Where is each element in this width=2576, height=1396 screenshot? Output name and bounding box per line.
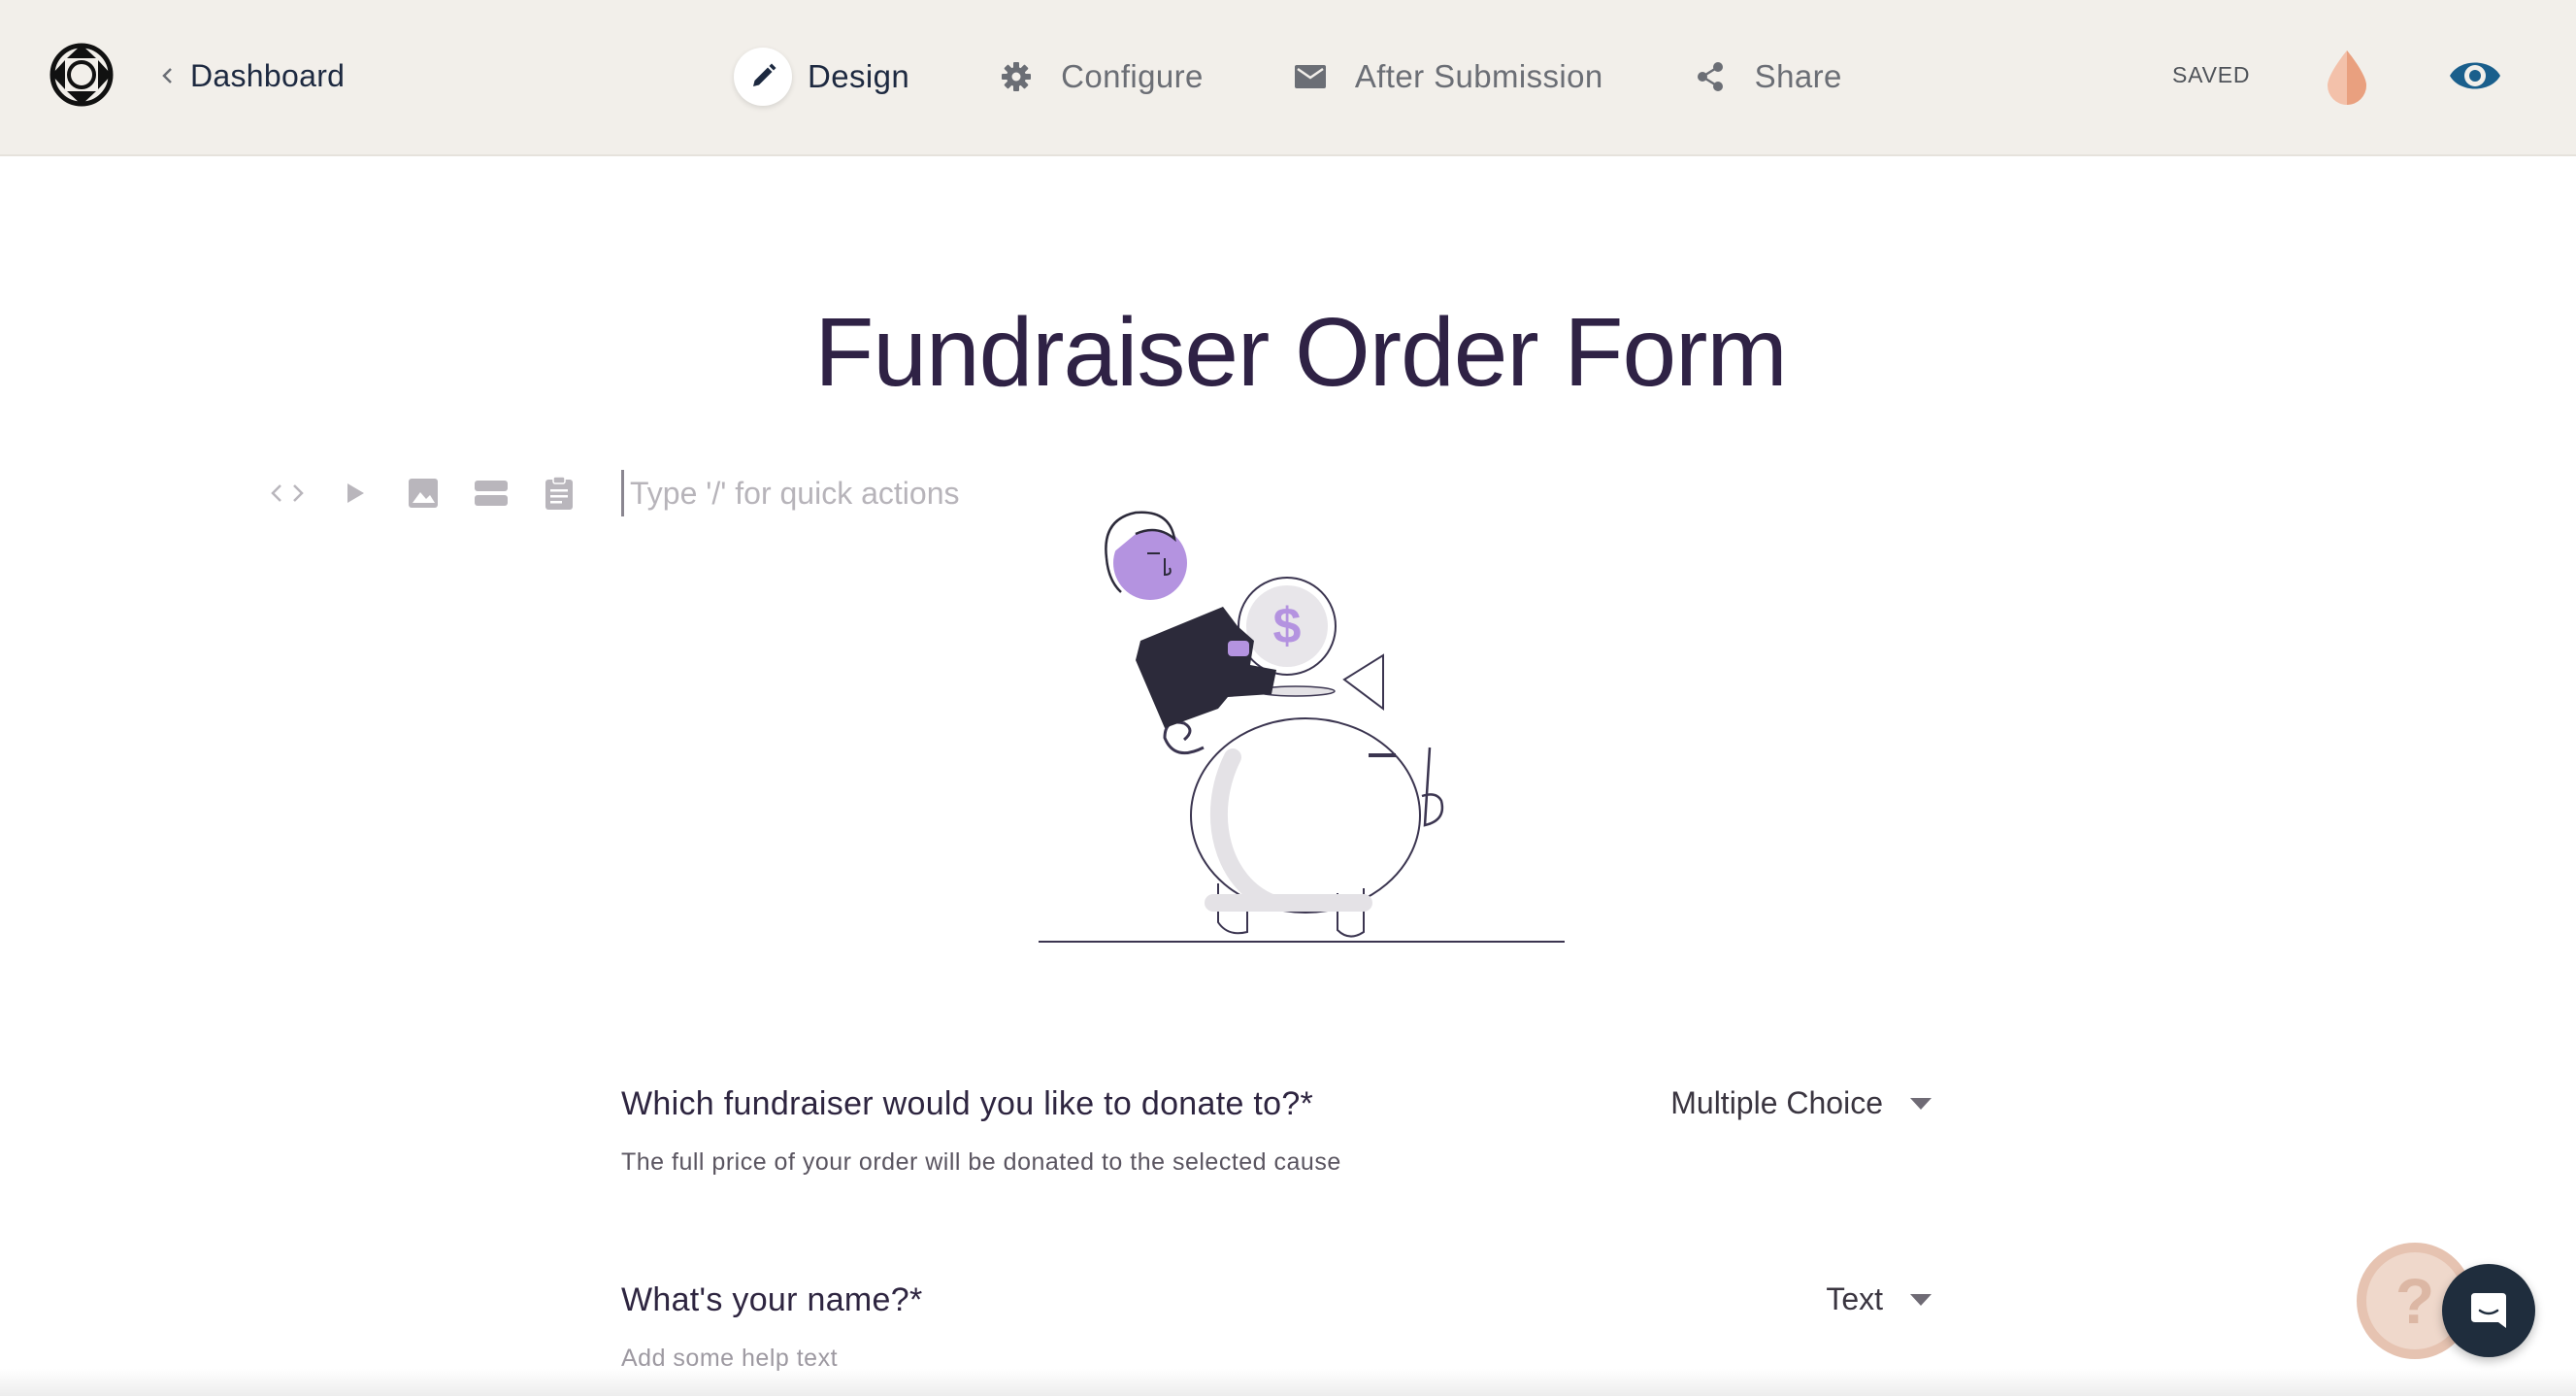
back-label: Dashboard [190,57,346,93]
envelope-icon [1281,48,1339,106]
piggy-bank-illustration: $ [1039,511,1565,943]
tab-configure[interactable]: Configure [987,47,1204,107]
question-type-dropdown[interactable]: Multiple Choice [1670,1085,1932,1121]
caret-down-icon [1910,1293,1932,1306]
tab-share[interactable]: Share [1681,47,1842,107]
chat-launcher-button[interactable] [2442,1264,2535,1357]
bottom-edge-shadow [0,1369,2576,1396]
caret-down-icon [1910,1097,1932,1110]
tab-share-label: Share [1754,58,1842,94]
tab-after-submission[interactable]: After Submission [1281,47,1603,107]
tab-bar: Design Configure After Submission Share [734,47,1920,107]
drop-icon[interactable] [2324,49,2370,105]
tab-design[interactable]: Design [734,47,909,107]
form-title[interactable]: Fundraiser Order Form [0,297,2576,409]
question-type-dropdown[interactable]: Text [1826,1281,1932,1317]
chat-icon [2471,1293,2506,1328]
image-icon[interactable] [404,474,443,513]
question-type-label: Text [1826,1281,1883,1316]
question-block[interactable]: What's your name?* Add some help text Te… [621,1281,1932,1373]
block-toolbar [268,474,608,513]
question-help-text[interactable]: The full price of your order will be don… [621,1148,1932,1177]
tab-configure-label: Configure [1061,58,1204,94]
play-icon[interactable] [336,474,375,513]
question-type-label: Multiple Choice [1670,1085,1883,1120]
back-to-dashboard-link[interactable]: Dashboard [157,54,345,97]
eye-icon[interactable] [2448,52,2502,99]
code-icon[interactable] [268,474,307,513]
pencil-icon [734,48,792,106]
top-bar: Dashboard Design Configure After Submiss… [0,0,2576,156]
clipboard-icon[interactable] [540,474,578,513]
tab-design-label: Design [808,58,910,94]
gear-icon [987,48,1045,106]
question-mark-icon: ? [2394,1265,2435,1337]
tab-after-submission-label: After Submission [1354,58,1603,94]
question-block[interactable]: Which fundraiser would you like to donat… [621,1085,1932,1177]
save-status: SAVED [2172,62,2251,87]
chevron-left-icon [162,68,172,83]
share-icon [1681,48,1739,106]
question-label[interactable]: What's your name?* [621,1281,1932,1319]
svg-text:$: $ [1273,598,1302,654]
logo-icon[interactable] [48,41,116,109]
layout-icon[interactable] [472,474,511,513]
